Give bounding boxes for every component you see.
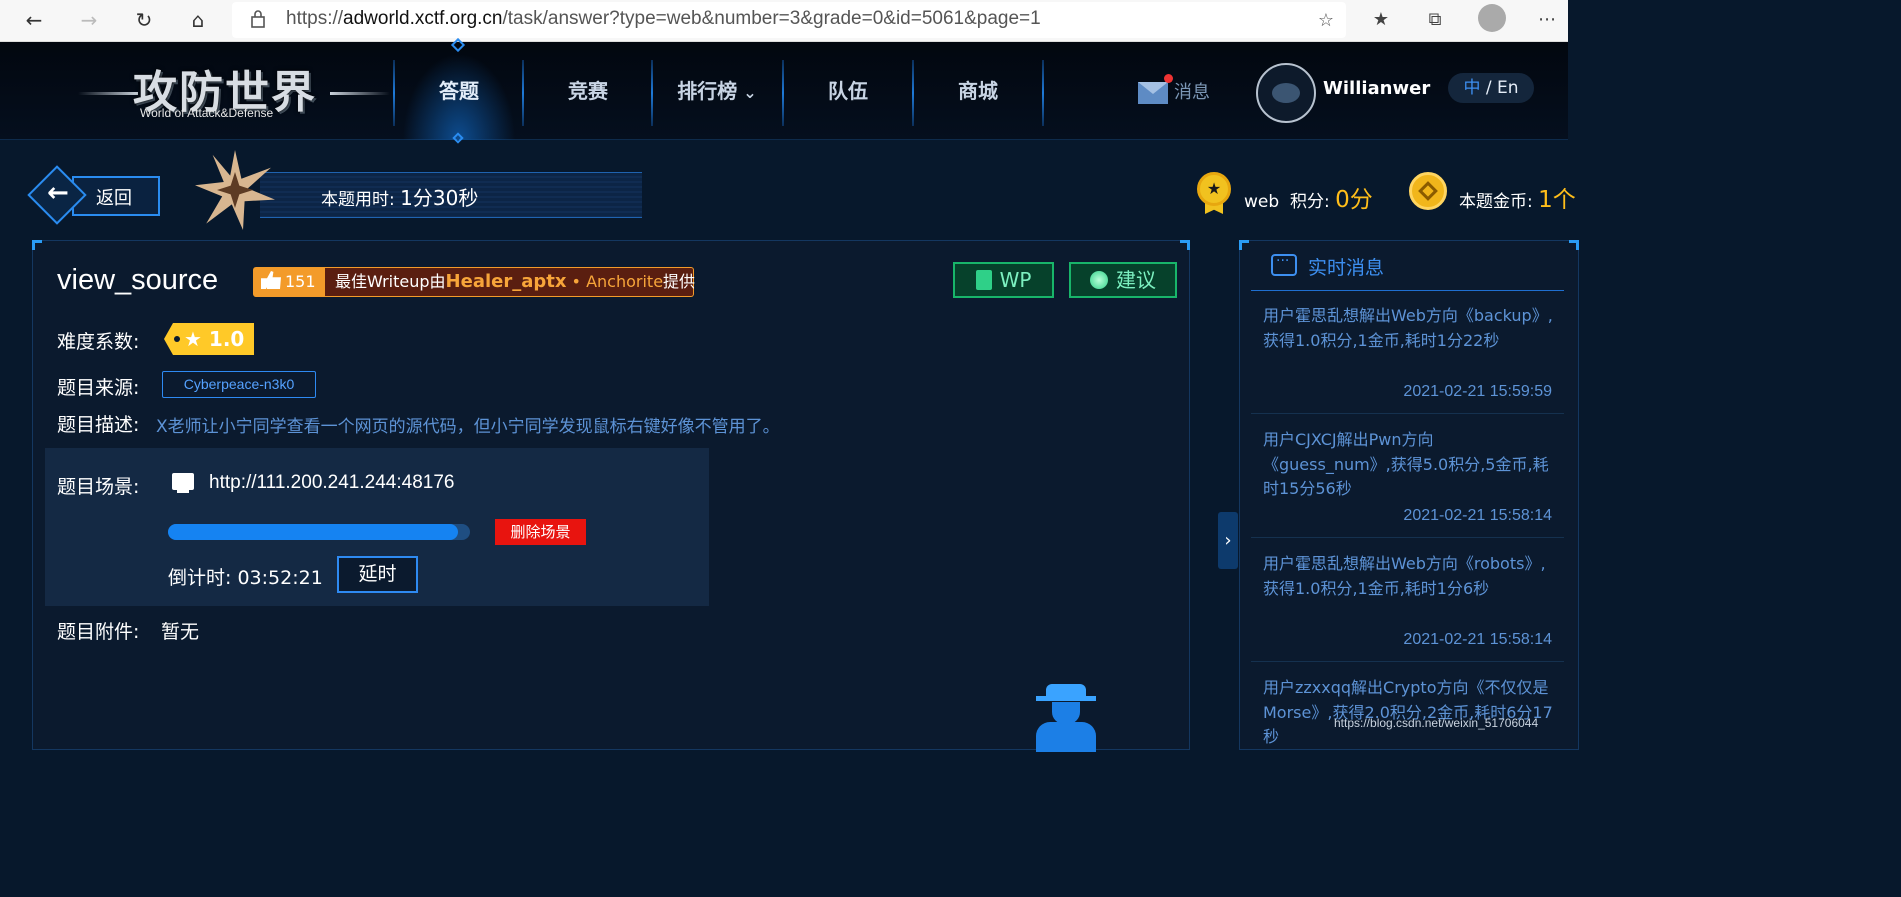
source-tag[interactable]: Cyberpeace-n3k0 <box>162 371 316 398</box>
back-label: 返回 <box>96 188 132 209</box>
logo-subtitle: World of Attack&Defense <box>140 106 274 120</box>
like-button[interactable]: 151 <box>253 267 325 297</box>
mask-icon <box>1272 83 1300 103</box>
news-header <box>1251 248 1564 291</box>
attachment-label: 题目附件: <box>57 621 140 643</box>
nav-team[interactable]: 队伍 <box>784 42 912 140</box>
wp-button[interactable]: WP <box>953 262 1054 298</box>
home-icon[interactable]: ⌂ <box>184 6 212 34</box>
attachment-value: 暂无 <box>161 621 200 643</box>
delay-button[interactable]: 延时 <box>337 556 418 593</box>
medal-icon: ★ <box>1197 172 1231 214</box>
thumbs-up-icon <box>261 271 281 289</box>
profile-avatar[interactable] <box>1478 4 1506 32</box>
description-label: 题目描述: <box>57 414 140 436</box>
document-icon <box>975 270 992 290</box>
news-item-text: 用户CJXCJ解出Pwn方向《guess_num》,获得5.0积分,5金币,耗时… <box>1263 430 1549 498</box>
back-arrow-icon[interactable]: ← <box>20 6 48 34</box>
source-label: 题目来源: <box>57 377 140 399</box>
news-item: 用户CJXCJ解出Pwn方向《guess_num》,获得5.0积分,5金币,耗时… <box>1251 428 1564 538</box>
messages-link[interactable]: 消息 <box>1138 74 1210 104</box>
logo-wing <box>78 92 138 95</box>
hacker-icon <box>1030 684 1102 752</box>
news-item: 用户霍思乱想解出Web方向《backup》,获得1.0积分,1金币,耗时1分22… <box>1251 304 1564 414</box>
coin-icon <box>1409 172 1447 210</box>
news-item-text: 用户zzxxqq解出Crypto方向《不仅仅是Morse》,获得2.0积分,2金… <box>1263 678 1553 746</box>
scene-progress-bar <box>168 524 470 540</box>
lightbulb-icon <box>1090 271 1108 289</box>
envelope-icon <box>1138 82 1168 104</box>
logo-wing <box>330 92 390 95</box>
username[interactable]: Willianwer <box>1323 78 1430 99</box>
watermark: https://blog.csdn.net/weixin_51706044 <box>1334 716 1539 730</box>
panel-corner <box>32 240 42 250</box>
news-item-text: 用户霍思乱想解出Web方向《backup》,获得1.0积分,1金币,耗时1分22… <box>1263 306 1553 350</box>
coin-display: 本题金币: 1个 <box>1459 187 1576 213</box>
nav-answer[interactable]: 答题 <box>395 42 523 140</box>
notification-dot <box>1164 74 1173 83</box>
scene-progress-fill <box>168 524 458 540</box>
nav-divider <box>1042 60 1044 126</box>
best-writeup[interactable]: 最佳Writeup由Healer_aptx • Anchorite提供 <box>325 267 695 297</box>
nav-shop[interactable]: 商城 <box>914 42 1042 140</box>
lock-icon <box>251 10 265 28</box>
news-item: 用户霍思乱想解出Web方向《robots》,获得1.0积分,1金币,耗时1分6秒… <box>1251 552 1564 662</box>
news-item-time: 2021-02-21 15:58:14 <box>1403 631 1552 648</box>
monitor-icon <box>172 473 194 493</box>
collections-icon[interactable]: ⧉ <box>1421 6 1449 34</box>
news-item-time: 2021-02-21 15:59:59 <box>1403 383 1552 400</box>
more-options-icon[interactable]: ⋯ <box>1533 6 1561 34</box>
chat-icon <box>1271 253 1297 276</box>
panel-corner <box>1239 240 1249 250</box>
language-switch[interactable]: 中 / En <box>1448 73 1534 103</box>
url-text: https://adworld.xctf.org.cn/task/answer?… <box>286 8 1041 29</box>
scene-url-link[interactable]: http://111.200.241.244:48176 <box>209 472 454 494</box>
user-avatar[interactable] <box>1256 63 1316 123</box>
chevron-down-icon: ⌄ <box>743 83 757 102</box>
forward-arrow-icon[interactable]: → <box>75 6 103 34</box>
nav-contest[interactable]: 竞赛 <box>524 42 652 140</box>
arrow-left-icon: ← <box>47 178 69 208</box>
task-title: view_source <box>57 264 219 296</box>
add-favorite-icon[interactable]: ☆ <box>1318 10 1334 31</box>
delete-scene-button[interactable]: 删除场景 <box>495 519 586 545</box>
nav-ranking[interactable]: 排行榜 ⌄ <box>653 42 781 140</box>
suggest-button[interactable]: 建议 <box>1069 262 1177 298</box>
site-logo[interactable]: 攻防世界 World of Attack&Defense <box>78 56 390 124</box>
browser-toolbar: ← → ↻ ⌂ https://adworld.xctf.org.cn/task… <box>0 0 1568 42</box>
favorites-icon[interactable]: ★ <box>1367 6 1395 34</box>
news-item-text: 用户霍思乱想解出Web方向《robots》,获得1.0积分,1金币,耗时1分6秒 <box>1263 554 1546 598</box>
panel-corner <box>1180 240 1190 250</box>
site-header: 攻防世界 World of Attack&Defense 答题 竞赛 排行榜 ⌄ … <box>0 37 1568 144</box>
star-badge-icon <box>195 150 275 230</box>
score-display: web 积分: 0分 <box>1244 187 1373 213</box>
back-button[interactable]: ← 返回 <box>27 165 162 225</box>
scene-label: 题目场景: <box>57 476 140 498</box>
difficulty-label: 难度系数: <box>57 331 140 353</box>
address-bar[interactable]: https://adworld.xctf.org.cn/task/answer?… <box>232 2 1346 38</box>
news-title: 实时消息 <box>1308 257 1385 279</box>
panel-corner <box>1569 240 1579 250</box>
news-item-time: 2021-02-21 15:58:14 <box>1403 507 1552 524</box>
chevron-right-icon[interactable]: › <box>1218 512 1238 569</box>
difficulty-tag: ★ 1.0 <box>164 323 254 355</box>
countdown: 倒计时: 03:52:21 <box>168 567 323 589</box>
description-text: X老师让小宁同学查看一个网页的源代码，但小宁同学发现鼠标右键好像不管用了。 <box>156 417 780 437</box>
time-used: 本题用时: 1分30秒 <box>321 186 479 210</box>
refresh-icon[interactable]: ↻ <box>130 6 158 34</box>
